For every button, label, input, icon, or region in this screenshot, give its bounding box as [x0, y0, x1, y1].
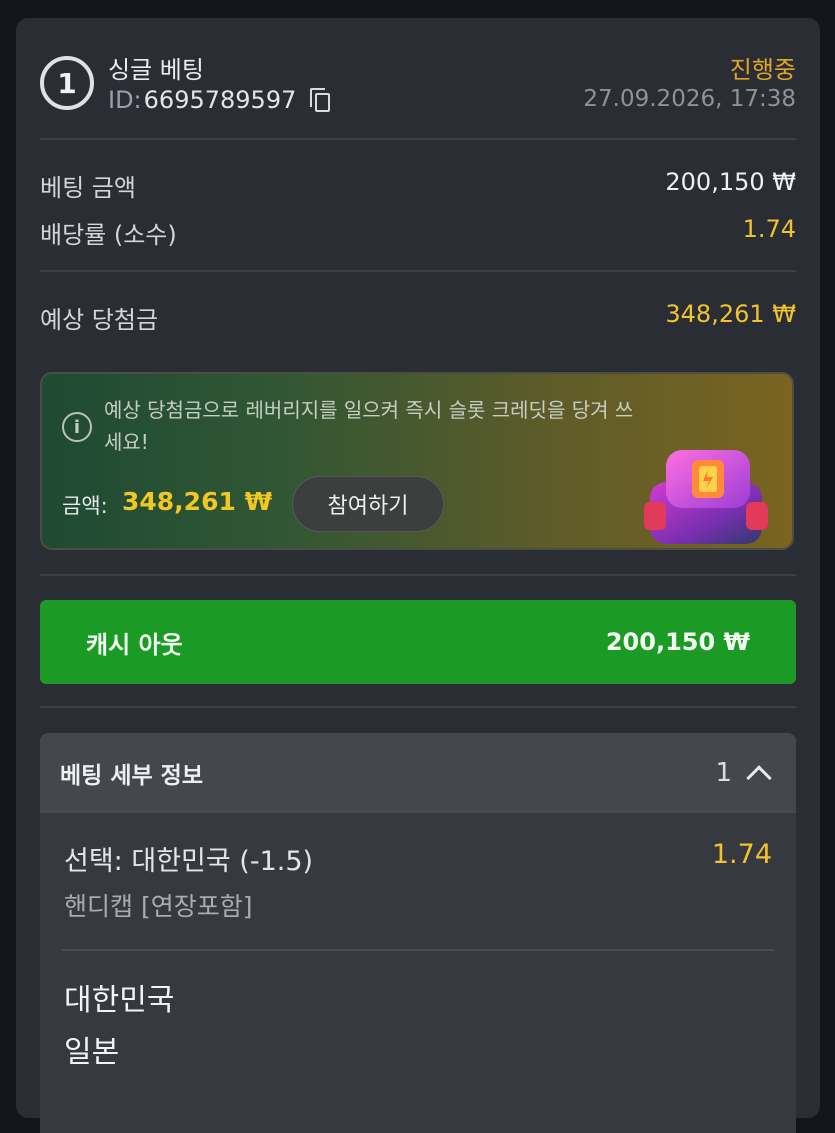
bet-type: 싱글 베팅: [108, 56, 204, 84]
odds-value: 1.74: [742, 215, 796, 243]
market-name: 핸디캡 [연장포함]: [64, 892, 253, 921]
bet-details-toggle[interactable]: 베팅 세부 정보 1: [40, 733, 796, 813]
potential-win-row: 예상 당첨금 348,261 ₩: [40, 300, 796, 335]
bet-card: 1 싱글 베팅 ID: 6695789597 진행중 27.09.2026, 1…: [16, 18, 820, 1133]
gift-box-icon: [644, 450, 768, 544]
bet-details-title: 베팅 세부 정보: [60, 763, 203, 789]
divider: [40, 706, 796, 708]
info-icon: i: [62, 412, 92, 442]
divider: [40, 138, 796, 140]
promo-amount-label: 금액:: [62, 494, 108, 518]
odds-label: 배당률 (소수): [40, 221, 177, 249]
odds-row: 배당률 (소수) 1.74: [40, 215, 796, 250]
selection-count: 1: [715, 758, 732, 788]
cashout-label: 캐시 아웃: [86, 630, 183, 659]
chevron-up-icon[interactable]: [746, 765, 772, 791]
bet-id: ID: 6695789597: [108, 86, 332, 114]
selection-odds: 1.74: [711, 839, 772, 870]
slot-credit-promo: i 예상 당첨금으로 레버리지를 일으켜 즉시 슬롯 크레딧을 당겨 쓰세요! …: [40, 372, 794, 550]
team-home: 대한민국: [64, 983, 175, 1018]
stake-label: 베팅 금액: [40, 174, 136, 202]
bet-number-badge: 1: [40, 56, 94, 110]
status-badge: 진행중: [729, 56, 796, 84]
promo-amount-value: 348,261 ₩: [122, 487, 273, 516]
bet-header: 1 싱글 베팅 ID: 6695789597 진행중 27.09.2026, 1…: [40, 50, 796, 130]
potential-win-value: 348,261 ₩: [665, 300, 796, 328]
bet-id-label: ID:: [108, 86, 142, 114]
team-away: 일본: [64, 1035, 120, 1070]
bet-details-body: 선택: 대한민국 (-1.5) 1.74 핸디캡 [연장포함] 대한민국 일본: [40, 813, 796, 1133]
selection-label: 선택: 대한민국 (-1.5): [64, 846, 314, 877]
cashout-button[interactable]: 캐시 아웃 200,150 ₩: [40, 600, 796, 684]
stake-value: 200,150 ₩: [665, 168, 796, 196]
divider: [40, 270, 796, 272]
promo-text: 예상 당첨금으로 레버리지를 일으켜 즉시 슬롯 크레딧을 당겨 쓰세요!: [104, 398, 634, 454]
join-button[interactable]: 참여하기: [292, 476, 444, 532]
bet-id-value: 6695789597: [143, 86, 297, 114]
stake-row: 베팅 금액 200,150 ₩: [40, 168, 796, 203]
potential-win-label: 예상 당첨금: [40, 306, 159, 334]
cashout-value: 200,150 ₩: [605, 628, 750, 656]
divider: [40, 574, 796, 576]
bet-datetime: 27.09.2026, 17:38: [583, 86, 796, 112]
copy-icon[interactable]: [310, 88, 332, 112]
divider: [62, 949, 774, 951]
